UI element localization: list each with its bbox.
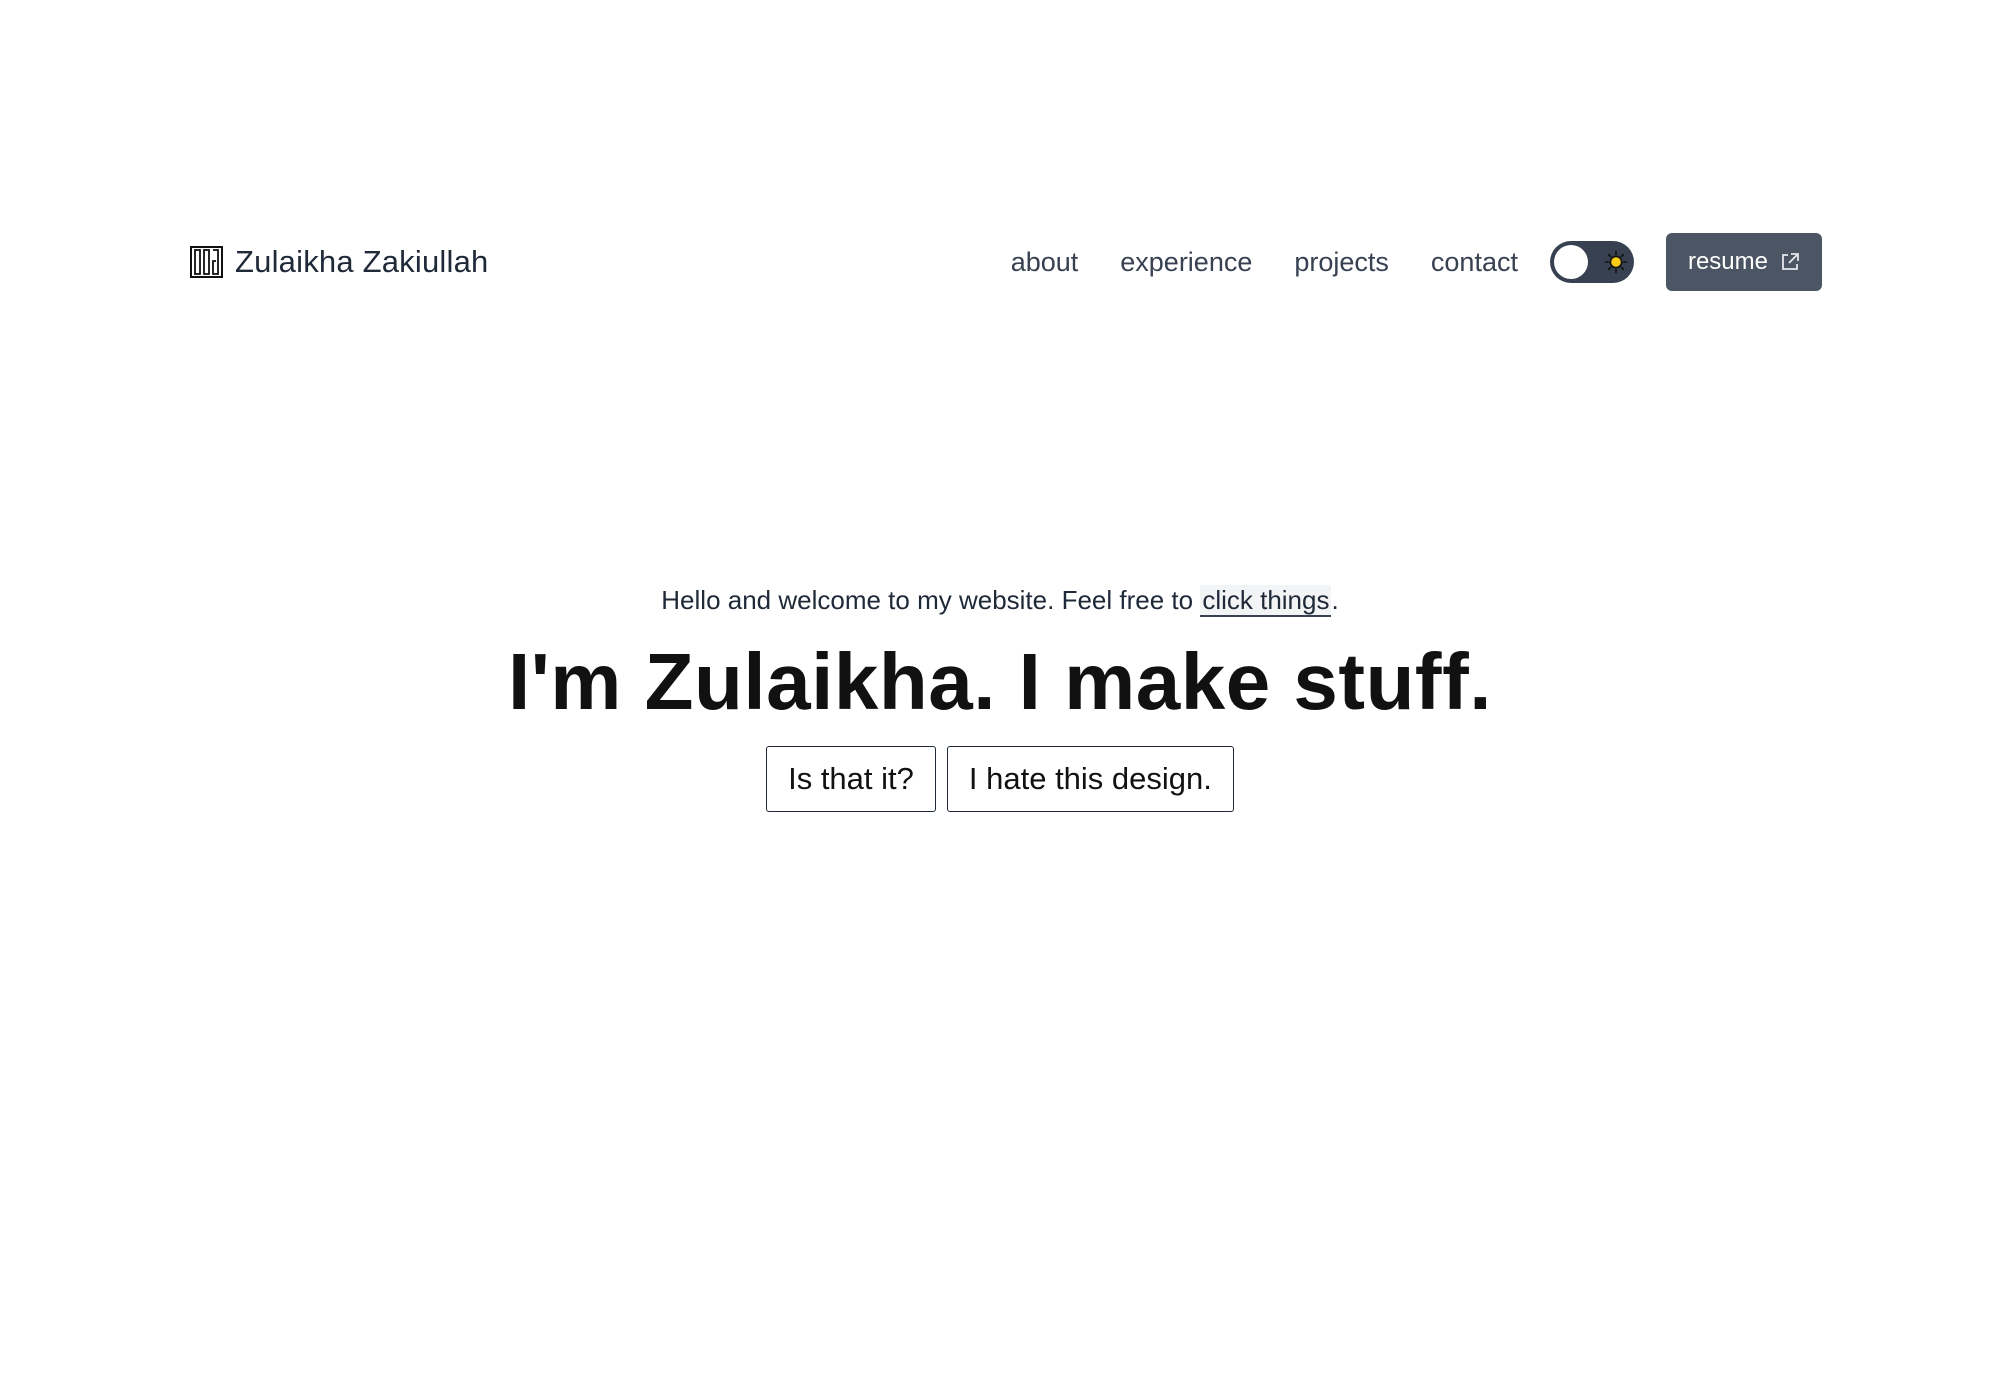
resume-button[interactable]: resume: [1665, 233, 1822, 291]
hero-section: Hello and welcome to my website. Feel fr…: [0, 578, 2000, 812]
toggle-knob: [1553, 245, 1588, 279]
tagline-text: Hello and welcome to my website. Feel fr…: [661, 585, 1201, 615]
resume-label: resume: [1687, 248, 1768, 275]
nav-link-contact[interactable]: contact: [1431, 247, 1518, 278]
nav-link-about[interactable]: about: [1011, 247, 1079, 278]
is-that-it-button[interactable]: Is that it?: [766, 746, 936, 812]
hate-design-button[interactable]: I hate this design.: [946, 746, 1234, 812]
page: Zulaikha Zakiullah about experience proj…: [0, 0, 2000, 1375]
theme-toggle[interactable]: [1549, 241, 1634, 283]
navbar: Zulaikha Zakiullah about experience proj…: [190, 232, 1822, 292]
hero-tagline: Hello and welcome to my website. Feel fr…: [0, 578, 2000, 622]
nav-link-experience[interactable]: experience: [1120, 247, 1252, 278]
brand-name: Zulaikha Zakiullah: [235, 244, 489, 279]
brand-link[interactable]: Zulaikha Zakiullah: [190, 244, 488, 280]
hero-headline: I'm Zulaikha. I make stuff.: [508, 637, 1492, 726]
hero-buttons: Is that it? I hate this design.: [0, 746, 2000, 812]
tagline-period: .: [1331, 585, 1339, 615]
external-link-icon: [1782, 253, 1799, 270]
logo-mark-icon: [190, 246, 223, 278]
nav-link-projects[interactable]: projects: [1294, 247, 1389, 278]
click-things-link[interactable]: click things: [1200, 585, 1332, 617]
nav-links: about experience projects contact: [1011, 247, 1518, 278]
sun-icon: [1604, 250, 1628, 274]
nav-right: about experience projects contact resume: [1011, 233, 1822, 291]
